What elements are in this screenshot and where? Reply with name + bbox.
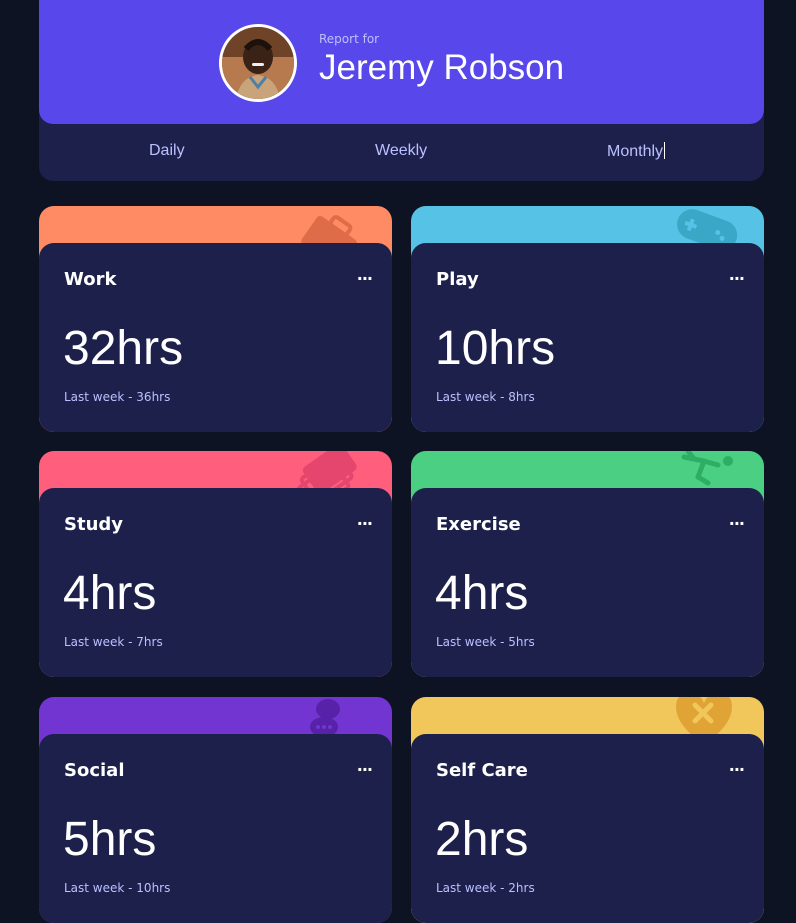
card-title: Play xyxy=(436,269,479,290)
current-hours: 5hrs xyxy=(63,813,157,866)
card-panel[interactable]: Self Care ... 2hrs Last week - 2hrs xyxy=(411,734,764,923)
card-title: Study xyxy=(64,514,124,535)
card-social: Social ... 5hrs Last week - 10hrs xyxy=(39,697,392,923)
current-hours: 4hrs xyxy=(435,567,529,620)
tab-weekly[interactable]: Weekly xyxy=(375,142,427,160)
previous-hours: Last week - 2hrs xyxy=(436,881,535,895)
previous-hours: Last week - 5hrs xyxy=(436,635,535,649)
ellipsis-menu-icon[interactable]: ... xyxy=(729,512,745,528)
ellipsis-menu-icon[interactable]: ... xyxy=(729,267,745,283)
current-hours: 4hrs xyxy=(63,567,157,620)
card-panel[interactable]: Play ... 10hrs Last week - 8hrs xyxy=(411,243,764,432)
ellipsis-menu-icon[interactable]: ... xyxy=(357,758,373,774)
current-hours: 10hrs xyxy=(435,322,556,375)
previous-hours: Last week - 10hrs xyxy=(64,881,171,895)
card-panel[interactable]: Social ... 5hrs Last week - 10hrs xyxy=(39,734,392,923)
card-panel[interactable]: Study ... 4hrs Last week - 7hrs xyxy=(39,488,392,677)
card-title: Exercise xyxy=(436,514,521,535)
tab-monthly-label: Monthly xyxy=(607,143,664,160)
card-study: Study ... 4hrs Last week - 7hrs xyxy=(39,451,392,677)
profile-header: Report for Jeremy Robson xyxy=(39,0,764,124)
card-panel[interactable]: Work ... 32hrs Last week - 36hrs xyxy=(39,243,392,432)
text-caret xyxy=(664,142,666,159)
card-panel[interactable]: Exercise ... 4hrs Last week - 5hrs xyxy=(411,488,764,677)
previous-hours: Last week - 8hrs xyxy=(436,390,535,404)
profile-card: Report for Jeremy Robson Daily Weekly Mo… xyxy=(39,0,764,181)
tab-daily[interactable]: Daily xyxy=(149,142,185,160)
current-hours: 32hrs xyxy=(63,322,184,375)
card-work: Work ... 32hrs Last week - 36hrs xyxy=(39,206,392,432)
card-play: Play ... 10hrs Last week - 8hrs xyxy=(411,206,764,432)
card-self-care: Self Care ... 2hrs Last week - 2hrs xyxy=(411,697,764,923)
previous-hours: Last week - 36hrs xyxy=(64,390,171,404)
ellipsis-menu-icon[interactable]: ... xyxy=(357,267,373,283)
card-exercise: Exercise ... 4hrs Last week - 5hrs xyxy=(411,451,764,677)
user-name: Jeremy Robson xyxy=(319,48,565,87)
ellipsis-menu-icon[interactable]: ... xyxy=(729,758,745,774)
previous-hours: Last week - 7hrs xyxy=(64,635,163,649)
timeframe-tabs: Daily Weekly Monthly xyxy=(39,124,764,181)
avatar xyxy=(219,24,297,102)
card-title: Social xyxy=(64,760,125,781)
tab-monthly[interactable]: Monthly xyxy=(607,142,666,161)
current-hours: 2hrs xyxy=(435,813,529,866)
card-title: Self Care xyxy=(436,760,528,781)
report-for-label: Report for xyxy=(319,32,380,46)
ellipsis-menu-icon[interactable]: ... xyxy=(357,512,373,528)
card-title: Work xyxy=(64,269,117,290)
